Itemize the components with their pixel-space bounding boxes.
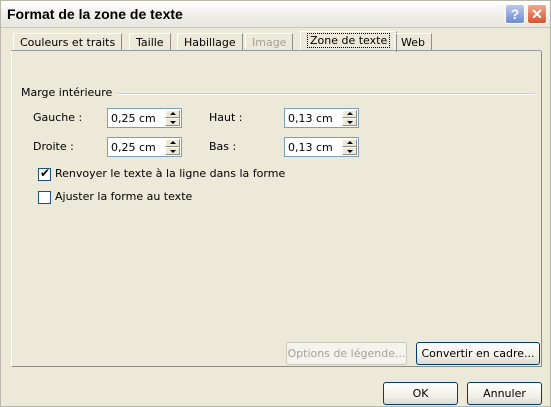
bottom-margin-arrows[interactable] <box>342 139 357 155</box>
increment-arrow-icon[interactable] <box>165 139 180 147</box>
tab-image: Image <box>245 33 294 51</box>
inner-margin-group-label: Marge intérieure <box>21 86 113 99</box>
help-button[interactable]: ? <box>505 4 525 24</box>
bottom-margin-spinner[interactable]: 0,13 cm <box>284 137 359 157</box>
bottom-margin-value[interactable]: 0,13 cm <box>288 141 333 154</box>
top-margin-value[interactable]: 0,13 cm <box>288 112 333 125</box>
left-margin-value[interactable]: 0,25 cm <box>111 112 156 125</box>
tab-size[interactable]: Taille <box>129 33 171 51</box>
decrement-arrow-icon[interactable] <box>342 118 357 126</box>
legend-options-button: Options de légende... <box>286 342 407 365</box>
wrap-text-label[interactable]: Renvoyer le texte à la ligne dans la for… <box>55 167 285 180</box>
tab-web[interactable]: Web <box>394 33 432 51</box>
left-margin-arrows[interactable] <box>165 110 180 126</box>
top-margin-label: Haut : <box>209 111 243 124</box>
ok-button[interactable]: OK <box>383 382 458 405</box>
right-margin-arrows[interactable] <box>165 139 180 155</box>
decrement-arrow-icon[interactable] <box>165 147 180 155</box>
top-margin-arrows[interactable] <box>342 110 357 126</box>
tab-layout[interactable]: Habillage <box>177 33 243 51</box>
cancel-button[interactable]: Annuler <box>467 382 542 405</box>
bottom-margin-label: Bas : <box>209 140 237 153</box>
group-divider <box>117 93 535 95</box>
left-margin-label: Gauche : <box>33 111 83 124</box>
convert-frame-button[interactable]: Convertir en cadre... <box>416 342 540 365</box>
decrement-arrow-icon[interactable] <box>342 147 357 155</box>
top-margin-spinner[interactable]: 0,13 cm <box>284 108 359 128</box>
checkmark-icon: ✔ <box>40 166 51 180</box>
tab-colors-lines[interactable]: Couleurs et traits <box>13 33 123 51</box>
wrap-text-checkbox[interactable]: ✔ <box>38 166 51 181</box>
increment-arrow-icon[interactable] <box>342 110 357 118</box>
title-bar[interactable]: Format de la zone de texte ? ✕ <box>1 1 550 28</box>
right-margin-label: Droite : <box>33 140 74 153</box>
left-margin-spinner[interactable]: 0,25 cm <box>107 108 182 128</box>
fit-shape-checkbox[interactable] <box>38 191 51 204</box>
right-margin-value[interactable]: 0,25 cm <box>111 141 156 154</box>
fit-shape-label[interactable]: Ajuster la forme au texte <box>55 190 192 203</box>
tab-text-box[interactable]: Zone de texte <box>300 31 398 52</box>
decrement-arrow-icon[interactable] <box>165 118 180 126</box>
increment-arrow-icon[interactable] <box>165 110 180 118</box>
increment-arrow-icon[interactable] <box>342 139 357 147</box>
dialog-window: Format de la zone de texte ? ✕ Couleurs … <box>0 0 551 407</box>
close-button[interactable]: ✕ <box>527 4 547 24</box>
right-margin-spinner[interactable]: 0,25 cm <box>107 137 182 157</box>
dialog-title: Format de la zone de texte <box>7 6 183 22</box>
